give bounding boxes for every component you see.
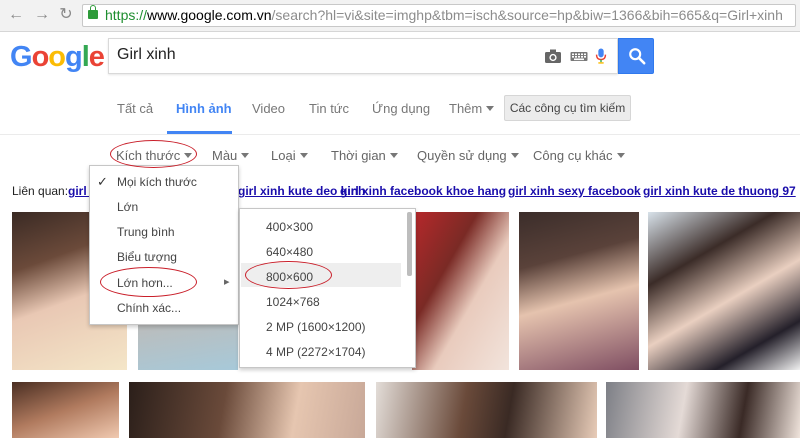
forward-icon[interactable]: → [32, 5, 52, 25]
time-filter-label: Thời gian [331, 148, 386, 163]
chevron-down-icon [389, 153, 398, 158]
tab-images[interactable]: Hình ảnh [176, 101, 232, 116]
usage-rights-filter[interactable]: Quyền sử dụng [417, 148, 519, 163]
annotation-ellipse [245, 261, 332, 289]
url-path: /search?hl=vi&site=imghp&tbm=isch&source… [271, 7, 783, 23]
reload-icon[interactable]: ↻ [56, 5, 76, 25]
larger-option[interactable]: 4 MP (2272×1704) [266, 345, 366, 359]
annotation-ellipse [100, 267, 197, 297]
size-option-icon[interactable]: Biểu tượng [117, 250, 177, 264]
tab-news[interactable]: Tin tức [309, 101, 349, 116]
search-icon [629, 48, 646, 65]
usage-rights-filter-label: Quyền sử dụng [417, 148, 507, 163]
browser-toolbar: ← → ↻ https://www.google.com.vn/search?h… [0, 0, 800, 32]
image-result[interactable] [519, 212, 639, 370]
logo-letter: l [81, 41, 90, 73]
logo-letter: o [31, 41, 50, 73]
larger-option[interactable]: 400×300 [266, 220, 313, 234]
lock-icon [88, 5, 98, 19]
microphone-icon[interactable] [594, 48, 608, 64]
logo-letter: g [65, 41, 83, 73]
image-result[interactable] [12, 382, 119, 438]
chevron-down-icon [616, 153, 625, 158]
annotation-ellipse [110, 140, 197, 168]
type-filter-label: Loại [271, 148, 296, 163]
logo-letter: e [88, 41, 105, 73]
more-tools-filter-label: Công cụ khác [533, 148, 613, 163]
size-option-large[interactable]: Lớn [117, 200, 138, 214]
submenu-arrow-icon: ▸ [224, 276, 230, 288]
size-option-medium[interactable]: Trung bình [117, 225, 175, 239]
chevron-down-icon [241, 153, 250, 158]
related-link[interactable]: girl xinh facebook khoe hang [340, 184, 506, 198]
tab-more-label: Thêm [449, 101, 483, 116]
image-result[interactable] [606, 382, 800, 438]
related-link[interactable]: girl xinh kute de thuong 97 [643, 184, 796, 198]
size-option-exact[interactable]: Chính xác... [117, 301, 181, 315]
image-result[interactable] [648, 212, 800, 370]
logo-letter: G [10, 41, 33, 73]
camera-icon[interactable] [544, 48, 562, 64]
tab-video[interactable]: Video [252, 101, 285, 116]
size-menu: ✓ Mọi kích thước Lớn Trung bình Biểu tượ… [89, 165, 239, 325]
logo-letter: o [48, 41, 66, 73]
tab-all[interactable]: Tất cả [117, 101, 153, 116]
back-icon[interactable]: ← [6, 5, 26, 25]
more-tools-filter[interactable]: Công cụ khác [533, 148, 625, 163]
type-filter[interactable]: Loại [271, 148, 308, 163]
larger-option[interactable]: 2 MP (1600×1200) [266, 320, 366, 334]
chevron-down-icon [510, 153, 519, 158]
chevron-down-icon [299, 153, 308, 158]
size-option-any[interactable]: Mọi kích thước [117, 175, 197, 189]
related-link[interactable]: girl xinh sexy facebook [508, 184, 641, 198]
tab-more[interactable]: Thêm [449, 101, 495, 116]
search-query[interactable]: Girl xinh [117, 46, 176, 64]
larger-option[interactable]: 640×480 [266, 245, 313, 259]
active-tab-indicator [167, 131, 232, 134]
keyboard-icon[interactable] [570, 48, 588, 64]
tab-apps[interactable]: Ứng dụng [372, 101, 430, 116]
search-input[interactable]: Girl xinh [108, 38, 618, 74]
address-bar[interactable]: https://www.google.com.vn/search?hl=vi&s… [82, 4, 796, 27]
image-result[interactable] [412, 212, 509, 370]
time-filter[interactable]: Thời gian [331, 148, 398, 163]
search-tabs: Tất cả Hình ảnh Video Tin tức Ứng dụng T… [0, 84, 800, 135]
color-filter[interactable]: Màu [212, 148, 250, 163]
chevron-down-icon [486, 106, 495, 111]
google-logo[interactable]: Google [10, 41, 105, 73]
related-label: Liên quan: [12, 184, 69, 198]
url-host: www.google.com.vn [147, 7, 272, 23]
search-tools-button[interactable]: Các công cụ tìm kiếm [504, 95, 631, 121]
url-scheme: https:// [105, 7, 148, 23]
search-button[interactable] [618, 38, 654, 74]
larger-option[interactable]: 1024×768 [266, 295, 320, 309]
image-result[interactable] [129, 382, 365, 438]
image-result[interactable] [376, 382, 597, 438]
submenu-scrollbar[interactable] [407, 212, 412, 276]
color-filter-label: Màu [212, 148, 238, 163]
larger-than-submenu: 400×300 640×480 800×600 1024×768 2 MP (1… [239, 208, 416, 368]
checkmark-icon: ✓ [97, 174, 108, 189]
